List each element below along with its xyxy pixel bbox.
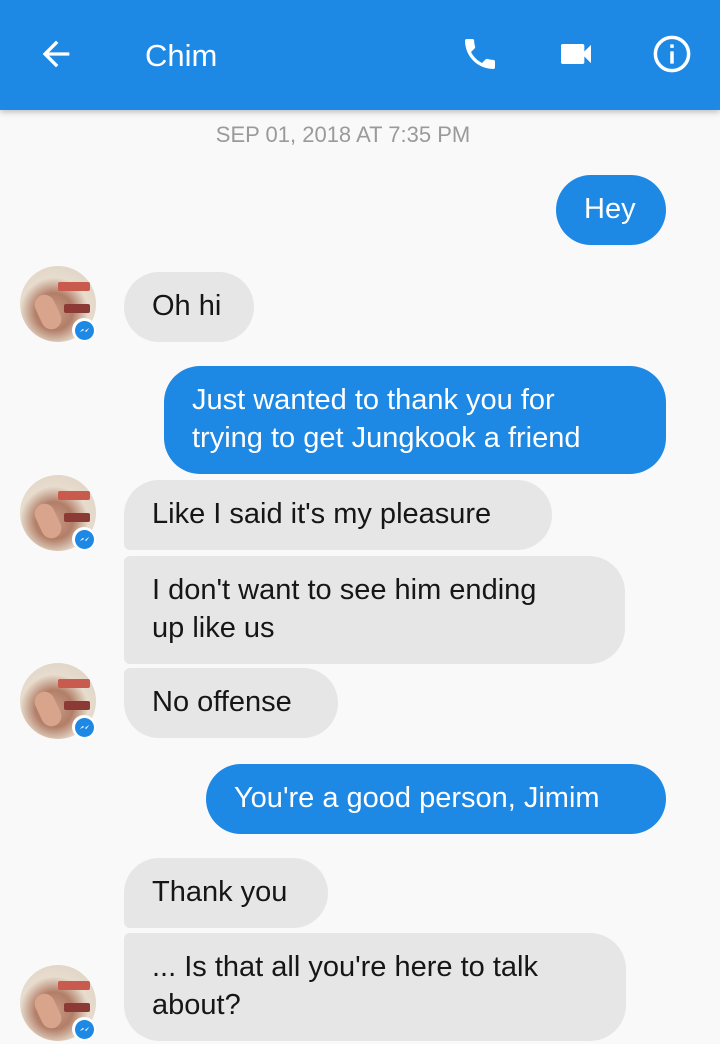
message-text-line: trying to get Jungkook a friend	[192, 422, 581, 454]
message-text-line: ... Is that all you're here to talk	[152, 951, 538, 983]
incoming-message[interactable]: I don't want to see him ending up like u…	[124, 556, 625, 664]
message-timestamp: SEP 01, 2018 AT 7:35 PM	[215, 122, 471, 147]
messenger-badge-icon	[72, 318, 96, 342]
incoming-message[interactable]: ... Is that all you're here to talk abou…	[124, 933, 626, 1041]
message-text: Hey	[584, 193, 636, 225]
message-text: You're a good person, Jimim	[234, 782, 600, 814]
message-text-line: Just wanted to thank you for	[192, 384, 555, 416]
phone-icon[interactable]	[458, 32, 502, 76]
contact-avatar[interactable]	[20, 663, 96, 739]
message-text-line: about?	[152, 989, 241, 1021]
outgoing-message[interactable]: Hey	[556, 175, 666, 245]
contact-avatar[interactable]	[20, 965, 96, 1041]
message-text: No offense	[152, 686, 292, 718]
message-text-line: up like us	[152, 612, 275, 644]
incoming-message[interactable]: Oh hi	[124, 272, 254, 342]
message-text: Oh hi	[152, 290, 222, 322]
outgoing-message[interactable]: Just wanted to thank you for trying to g…	[164, 366, 666, 474]
message-text: Thank you	[152, 876, 288, 908]
incoming-message[interactable]: No offense	[124, 668, 338, 738]
messenger-badge-icon	[72, 527, 96, 551]
messenger-badge-icon	[72, 1017, 96, 1041]
message-text-line: I don't want to see him ending	[152, 574, 537, 606]
info-icon[interactable]	[650, 32, 694, 76]
incoming-message[interactable]: Thank you	[124, 858, 328, 928]
video-camera-icon[interactable]	[554, 32, 598, 76]
conversation-title[interactable]: Chim	[145, 36, 217, 76]
message-text: Like I said it's my pleasure	[152, 498, 492, 530]
contact-avatar[interactable]	[20, 475, 96, 551]
incoming-message[interactable]: Like I said it's my pleasure	[124, 480, 552, 550]
outgoing-message[interactable]: You're a good person, Jimim	[206, 764, 666, 834]
messenger-badge-icon	[72, 715, 96, 739]
back-arrow-icon[interactable]	[34, 32, 78, 76]
contact-avatar[interactable]	[20, 266, 96, 342]
app-header: Chim	[0, 0, 720, 110]
